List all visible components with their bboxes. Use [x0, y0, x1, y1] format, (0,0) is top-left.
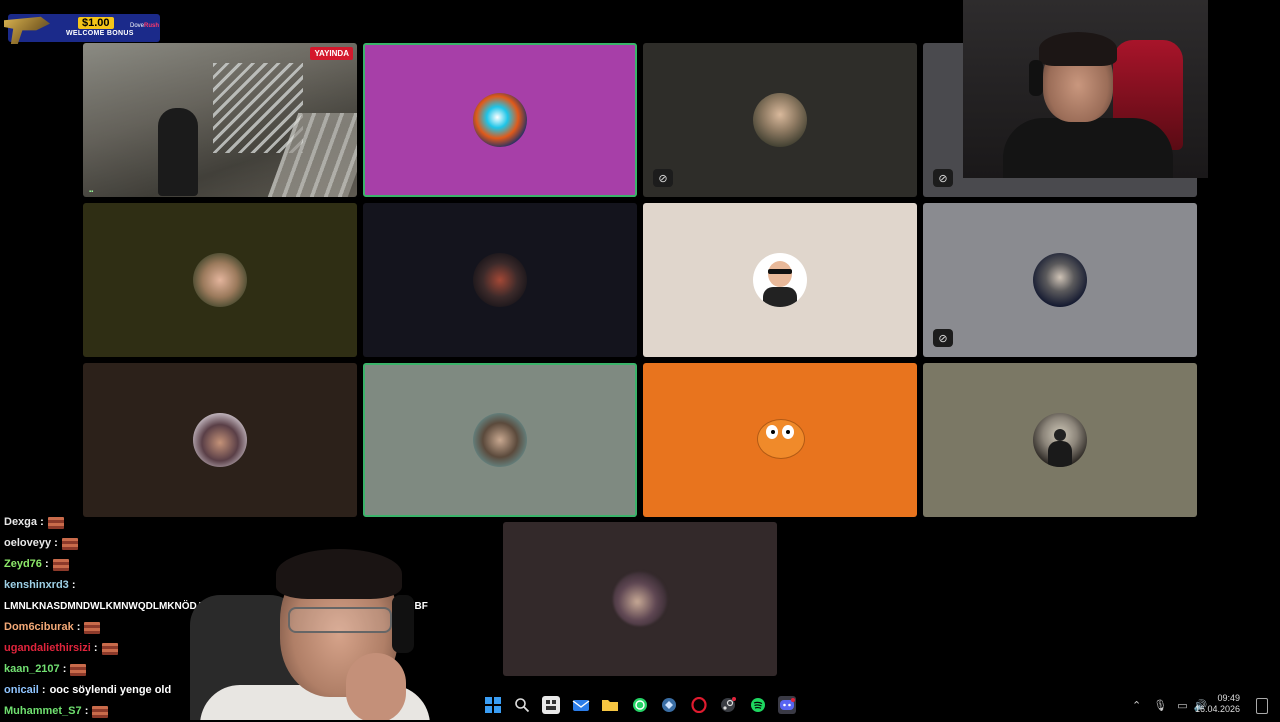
search-icon[interactable] — [513, 696, 531, 714]
promo-brand: DoveRush — [130, 23, 160, 29]
participant-tile[interactable] — [503, 522, 777, 676]
participant-tile[interactable] — [83, 363, 357, 517]
windows-icon[interactable] — [484, 696, 502, 714]
stream-tile-game[interactable]: YAYINDA ▪▪ — [83, 43, 357, 197]
promo-label: WELCOME BONUS — [66, 30, 134, 37]
participant-tile[interactable]: ⊘ — [923, 203, 1197, 357]
participant-tile[interactable] — [643, 363, 917, 517]
mute-icon: ⊘ — [933, 329, 953, 347]
participant-tile[interactable] — [83, 203, 357, 357]
abstract-blue-avatar — [473, 93, 527, 147]
dark-portrait-avatar — [1033, 253, 1087, 307]
taskbar-clock[interactable]: 09:49 16.04.2026 — [1195, 693, 1240, 715]
long-hair-avatar — [473, 413, 527, 467]
network-icon[interactable]: ▭ — [1177, 699, 1187, 712]
headset-icon — [392, 595, 414, 653]
steam-icon[interactable] — [719, 696, 737, 714]
folder-icon[interactable] — [601, 696, 619, 714]
blurred-avatar — [613, 572, 667, 626]
chevron-up-icon[interactable]: ⌃ — [1132, 699, 1141, 712]
taskbar: ⌃ 🎙 ▭ 🔊 09:49 16.04.2026 — [0, 690, 1280, 720]
participant-tile[interactable]: ⊘ — [643, 43, 917, 197]
gun-icon — [4, 16, 50, 44]
mute-icon: ⊘ — [653, 169, 673, 187]
cartoon-suit-avatar — [753, 253, 807, 307]
participant-tile[interactable] — [923, 363, 1197, 517]
widgets-icon[interactable] — [542, 696, 560, 714]
participant-tile[interactable] — [363, 203, 637, 357]
participant-tile[interactable] — [363, 43, 637, 197]
participant-tile[interactable] — [363, 363, 637, 517]
glasses-icon — [288, 607, 392, 633]
app-icon[interactable] — [660, 696, 678, 714]
emote-icon — [84, 621, 101, 634]
emote-icon — [70, 663, 87, 676]
man-headset-avatar — [193, 253, 247, 307]
clock-date: 16.04.2026 — [1194, 704, 1240, 714]
silhouette-avatar — [1033, 413, 1087, 467]
sunglasses-avatar — [473, 253, 527, 307]
mail-icon[interactable] — [572, 696, 590, 714]
emote-icon — [61, 537, 78, 550]
emote-icon — [47, 516, 64, 529]
opera-icon[interactable] — [690, 696, 708, 714]
live-badge: YAYINDA — [310, 47, 353, 60]
game-hud: ▪▪ — [89, 189, 94, 195]
discord-icon[interactable] — [778, 696, 796, 714]
streamer-webcam-top — [963, 0, 1208, 178]
hat-man-avatar — [193, 413, 247, 467]
chat-line: Dexga : — [4, 512, 434, 533]
promo-badge: $1.00 WELCOME BONUS DoveRush — [4, 14, 160, 44]
orange-cartoon-avatar — [753, 413, 807, 467]
mute-icon: ⊘ — [933, 169, 953, 187]
clock-time: 09:49 — [1217, 693, 1240, 703]
streamer-hair — [1039, 32, 1117, 66]
microphone-icon[interactable]: 🎙 — [1153, 699, 1167, 712]
whatsapp-icon[interactable] — [631, 696, 649, 714]
headset-icon — [1029, 60, 1043, 96]
promo-amount: $1.00 — [78, 17, 114, 29]
spotify-icon[interactable] — [749, 696, 767, 714]
emote-icon — [52, 558, 69, 571]
man-avatar — [753, 93, 807, 147]
streamer-body — [1003, 118, 1173, 178]
streamer-hair — [276, 549, 402, 599]
participant-tile[interactable] — [643, 203, 917, 357]
notification-icon[interactable] — [1256, 698, 1268, 714]
game-character — [158, 108, 198, 196]
emote-icon — [101, 642, 118, 655]
